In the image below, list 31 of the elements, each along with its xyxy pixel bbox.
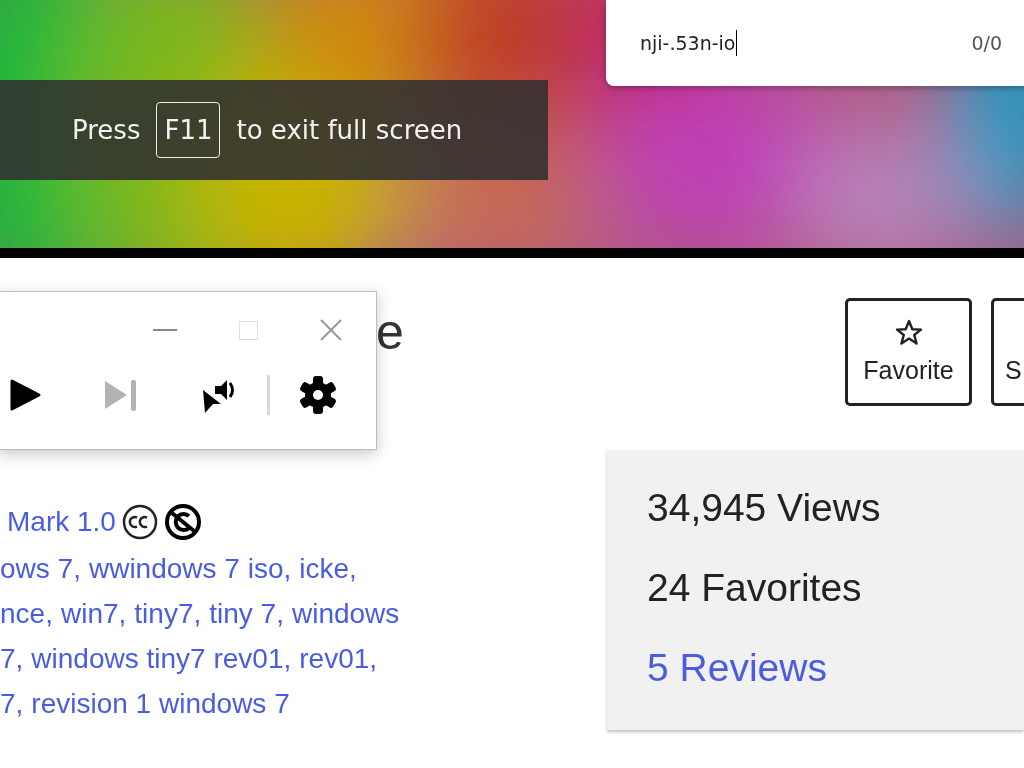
action-button[interactable]: S xyxy=(991,298,1024,406)
stat-text: 24 Favorites xyxy=(647,565,862,611)
favorite-button[interactable]: Favorite xyxy=(845,298,972,406)
reviews-link[interactable]: 5 Reviews xyxy=(647,644,827,691)
tag-link[interactable]: icke, xyxy=(299,546,357,591)
tag-link[interactable]: windows tiny7 rev01, xyxy=(31,636,292,681)
star-icon xyxy=(894,319,923,346)
stat-text: 34,945 Views xyxy=(647,485,881,531)
key-cap: F11 xyxy=(156,102,221,158)
license-link[interactable]: Mark 1.0 xyxy=(7,506,116,538)
tag-link[interactable]: rev01, xyxy=(299,636,378,681)
public-domain-icon xyxy=(163,503,202,541)
tag-link[interactable]: win7, xyxy=(60,591,127,636)
match-count: 0/0 xyxy=(971,32,1002,54)
tag-link[interactable]: nce, xyxy=(0,591,53,636)
tag-link[interactable]: wwindows 7 iso, xyxy=(88,546,292,591)
cc-icon xyxy=(121,504,158,540)
tag-link[interactable]: windows xyxy=(291,591,400,636)
page-title: e xyxy=(376,303,404,362)
tag-link[interactable]: 7, xyxy=(0,681,24,726)
close-icon[interactable] xyxy=(320,319,342,341)
tag-link[interactable]: ows 7, xyxy=(0,546,81,591)
tag-link[interactable]: revision 1 windows 7 xyxy=(31,681,290,726)
tag-link[interactable]: tiny 7, xyxy=(209,591,284,636)
notice-text: to exit full screen xyxy=(236,115,463,145)
find-field[interactable]: nji-.53n-io xyxy=(640,30,738,56)
tag-link[interactable]: tiny7, xyxy=(134,591,202,636)
play-icon[interactable] xyxy=(9,378,43,412)
tag-link[interactable]: 7, xyxy=(0,636,24,681)
gear-icon[interactable] xyxy=(298,375,338,415)
notice-text: Press xyxy=(72,115,141,145)
